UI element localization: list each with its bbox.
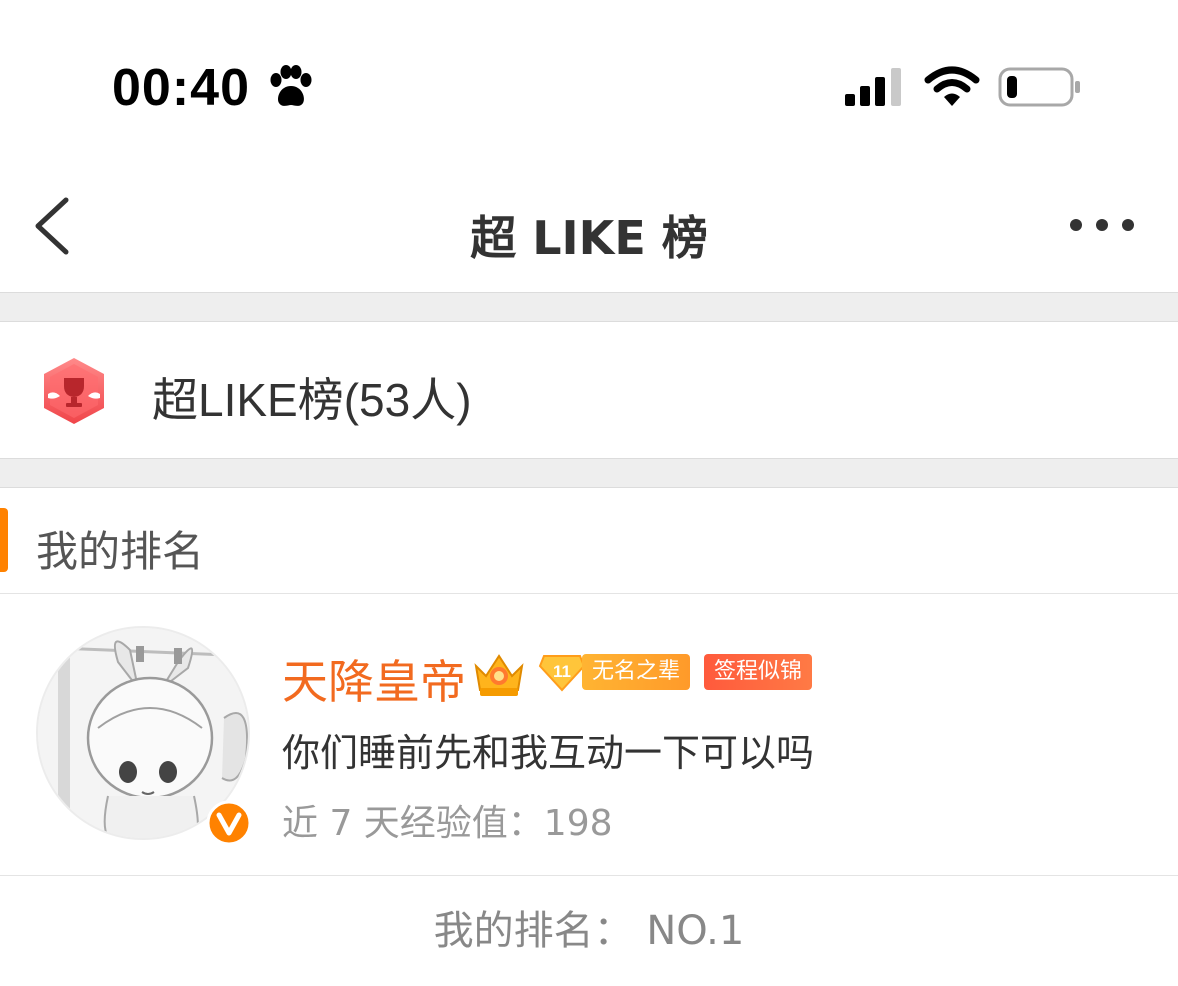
more-dots-icon[interactable] (1064, 210, 1140, 240)
nav-bar: 超 LIKE 榜 (0, 170, 1178, 292)
section-title: 我的排名 (36, 527, 205, 576)
page-title: 超 LIKE 榜 (470, 211, 708, 265)
trophy-icon (44, 358, 104, 424)
signal-icon (845, 68, 901, 106)
status-time: 00:40 (112, 59, 250, 117)
section-divider (0, 458, 1178, 488)
battery-icon (998, 67, 1080, 107)
exp-label: 近 7 天经验值： (282, 803, 544, 844)
status-bar: 00:40 (0, 0, 1178, 170)
svg-text:11: 11 (553, 662, 571, 681)
crown-badge-icon (474, 654, 524, 696)
leaderboard-label: 超LIKE榜(53人) (152, 374, 472, 426)
section-header: 我的排名 (0, 488, 1178, 594)
paw-icon (270, 65, 312, 106)
wifi-icon (924, 66, 980, 106)
level-title: 无名之辈 (582, 654, 690, 690)
level-badge: 11 无名之辈 (538, 652, 690, 692)
username[interactable]: 天降皇帝 (282, 646, 466, 712)
exp-value: 198 (543, 803, 613, 844)
user-bio: 你们睡前先和我互动一下可以吗 (282, 731, 815, 775)
medal-badge: 签程似锦 (704, 654, 812, 690)
leaderboard-entry[interactable]: 超LIKE榜(53人) (0, 322, 1178, 458)
section-divider (0, 292, 1178, 322)
my-rank-text: 我的排名： NO.1 (433, 908, 745, 954)
user-rank-row[interactable]: 天降皇帝 11 无名之辈 签程似锦 你们睡前先和我互动一下可以吗 近 7 天经验… (0, 594, 1178, 876)
level-diamond-icon: 11 (538, 655, 586, 692)
verified-icon (206, 800, 252, 846)
user-exp: 近 7 天经验值：198 (282, 794, 613, 846)
section-accent-bar (0, 508, 8, 572)
